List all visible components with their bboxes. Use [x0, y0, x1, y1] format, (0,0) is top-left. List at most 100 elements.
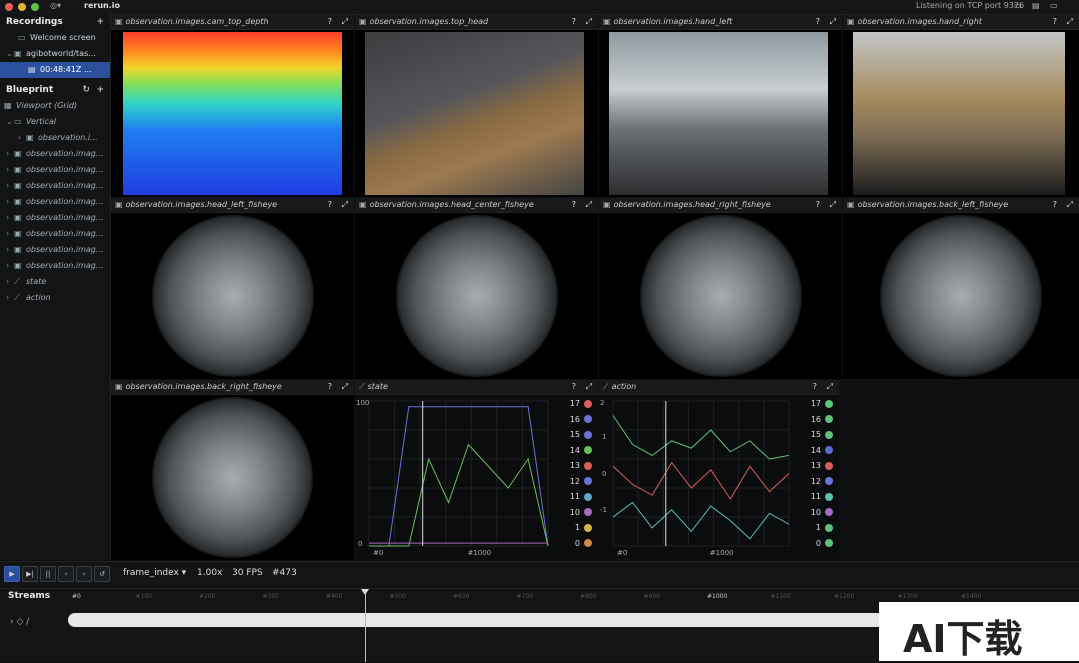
maximize-icon[interactable]: ⤢	[586, 198, 592, 212]
chevron-right-icon[interactable]: ›	[6, 274, 14, 290]
step-back-button[interactable]: ‹	[58, 566, 74, 582]
maximize-icon[interactable]: ⤢	[830, 198, 836, 212]
action-plot-view[interactable]: ⟋ action? ⤢ 2 1 0 -1 #0 #1000 17 16 15 14 13 12 11 10 1 0	[599, 380, 839, 560]
chevron-right-icon[interactable]: ›	[18, 130, 26, 146]
help-icon[interactable]: ?	[816, 198, 820, 212]
legend-item[interactable]: 11	[570, 490, 592, 503]
maximize-icon[interactable]: ⤢	[586, 380, 592, 394]
legend-item[interactable]: 13	[570, 459, 592, 472]
blueprint-vertical[interactable]: ⌄▭ Vertical	[0, 114, 110, 130]
recording-item-welcome[interactable]: ▭ Welcome screen	[0, 30, 110, 46]
help-icon[interactable]: ?	[328, 380, 332, 394]
chevron-right-icon[interactable]: ›	[6, 146, 14, 162]
legend-item[interactable]: 16	[570, 413, 592, 426]
speed-control[interactable]: 1.00x	[197, 568, 222, 578]
help-icon[interactable]: ?	[1053, 198, 1057, 212]
maximize-window-button[interactable]	[31, 3, 39, 11]
maximize-icon[interactable]: ⤢	[586, 15, 592, 29]
blueprint-item[interactable]: › ▣ observation.imag...	[0, 210, 110, 226]
pause-button[interactable]: ||	[40, 566, 56, 582]
legend-item[interactable]: 13	[811, 459, 833, 472]
image-view[interactable]: ▣ observation.images.head_center_fisheye?…	[355, 198, 598, 379]
maximize-icon[interactable]: ⤢	[1067, 198, 1073, 212]
plot-canvas[interactable]	[355, 395, 598, 560]
maximize-icon[interactable]: ⤢	[342, 15, 348, 29]
image-view[interactable]: ▣ observation.images.top_head? ⤢	[355, 15, 598, 197]
chevron-down-icon[interactable]: ⌄	[6, 114, 14, 130]
blueprint-item[interactable]: › ▣ observation.imag...	[0, 242, 110, 258]
plot-area[interactable]: 2 1 0 -1 #0 #1000 17 16 15 14 13 12 11 10 1 0	[599, 395, 839, 560]
recording-item-selected[interactable]: ▤ 00:48:41Z ...	[0, 62, 110, 78]
legend-item[interactable]: 1	[575, 521, 592, 534]
add-view-icon[interactable]: +	[96, 82, 104, 98]
image-view[interactable]: ▣ observation.images.back_right_fisheye? ⤢	[111, 380, 354, 560]
legend-item[interactable]: 0	[816, 537, 833, 550]
blueprint-item[interactable]: › ▣ observation.imag...	[0, 194, 110, 210]
state-plot-view[interactable]: ⟋ state? ⤢ 100 0 #0 #1000 17 16 15 14 13 12 11 10 1 0	[355, 380, 598, 560]
stream-data-bar[interactable]	[68, 613, 968, 627]
chevron-right-icon[interactable]: ›	[6, 242, 14, 258]
legend-item[interactable]: 15	[811, 428, 833, 441]
legend-item[interactable]: 10	[811, 506, 833, 519]
plot-canvas[interactable]	[599, 395, 839, 560]
timeline-select[interactable]: frame_index ▾	[123, 568, 186, 578]
toggle-bottom-panel-icon[interactable]: ▤	[1032, 1, 1040, 10]
image-view[interactable]: ▣ observation.images.hand_left? ⤢	[599, 15, 842, 197]
current-frame[interactable]: #473	[272, 568, 297, 578]
recording-item-agibot[interactable]: ⌄▣ agibotworld/tas...	[0, 46, 110, 62]
image-view[interactable]: ▣ observation.images.head_right_fisheye? ⤢	[599, 198, 842, 379]
legend-item[interactable]: 14	[570, 444, 592, 457]
image-view[interactable]: ▣ observation.images.head_left_fisheye? ⤢	[111, 198, 354, 379]
maximize-icon[interactable]: ⤢	[830, 15, 836, 29]
toggle-left-panel-icon[interactable]: ▭	[1014, 1, 1022, 10]
plot-area[interactable]: 100 0 #0 #1000 17 16 15 14 13 12 11 10 1 0	[355, 395, 598, 560]
time-cursor-handle-icon[interactable]	[361, 589, 369, 595]
chevron-right-icon[interactable]: ›	[6, 290, 14, 306]
stream-root-row[interactable]: › ◇ /	[10, 617, 29, 627]
add-recording-icon[interactable]: +	[96, 14, 104, 30]
legend-item[interactable]: 12	[811, 475, 833, 488]
maximize-icon[interactable]: ⤢	[1067, 15, 1073, 29]
help-icon[interactable]: ?	[572, 15, 576, 29]
chevron-right-icon[interactable]: ›	[6, 258, 14, 274]
chevron-right-icon[interactable]: ›	[6, 226, 14, 242]
blueprint-item[interactable]: › ▣ observation.i...	[0, 130, 110, 146]
blueprint-item[interactable]: › ▣ observation.imag...	[0, 146, 110, 162]
chevron-right-icon[interactable]: ›	[6, 194, 14, 210]
loop-button[interactable]: ↺	[94, 566, 110, 582]
legend-item[interactable]: 17	[570, 397, 592, 410]
reset-blueprint-icon[interactable]: ↻	[82, 82, 90, 98]
minimize-window-button[interactable]	[18, 3, 26, 11]
help-icon[interactable]: ?	[1053, 15, 1057, 29]
rerun-menu-icon[interactable]: ◎▾	[50, 1, 61, 10]
close-window-button[interactable]	[5, 3, 13, 11]
toggle-right-panel-icon[interactable]: ▭	[1050, 1, 1058, 10]
legend-item[interactable]: 16	[811, 413, 833, 426]
help-icon[interactable]: ?	[572, 198, 576, 212]
legend-item[interactable]: 1	[816, 521, 833, 534]
chevron-right-icon[interactable]: ›	[6, 162, 14, 178]
legend-item[interactable]: 14	[811, 444, 833, 457]
legend-item[interactable]: 0	[575, 537, 592, 550]
time-cursor[interactable]	[365, 592, 366, 662]
fps-control[interactable]: 30 FPS	[232, 568, 263, 578]
legend-item[interactable]: 11	[811, 490, 833, 503]
legend-item[interactable]: 15	[570, 428, 592, 441]
step-next-button[interactable]: ›	[76, 566, 92, 582]
step-forward-button[interactable]: ▶|	[22, 566, 38, 582]
chevron-right-icon[interactable]: ›	[6, 178, 14, 194]
blueprint-item[interactable]: › ▣ observation.imag...	[0, 162, 110, 178]
maximize-icon[interactable]: ⤢	[342, 198, 348, 212]
help-icon[interactable]: ?	[572, 380, 576, 394]
image-view[interactable]: ▣ observation.images.back_left_fisheye? ⤢	[843, 198, 1079, 379]
image-view[interactable]: ▣ observation.images.cam_top_depth? ⤢	[111, 15, 354, 197]
legend-item[interactable]: 12	[570, 475, 592, 488]
chevron-right-icon[interactable]: ›	[6, 210, 14, 226]
blueprint-item[interactable]: › ▣ observation.imag...	[0, 258, 110, 274]
viewport-row[interactable]: ▦ Viewport (Grid)	[0, 98, 110, 114]
chevron-down-icon[interactable]: ⌄	[6, 46, 14, 62]
legend-item[interactable]: 17	[811, 397, 833, 410]
blueprint-item[interactable]: › ▣ observation.imag...	[0, 226, 110, 242]
legend-item[interactable]: 10	[570, 506, 592, 519]
help-icon[interactable]: ?	[816, 15, 820, 29]
